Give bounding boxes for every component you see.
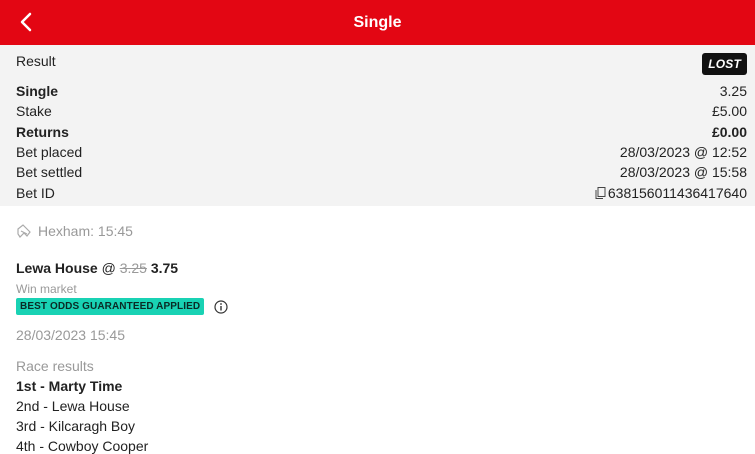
selection-at: @	[101, 260, 116, 276]
old-price: 3.25	[119, 260, 147, 276]
copy-icon[interactable]	[595, 186, 606, 199]
selection-line: Lewa House @ 3.25 3.75	[16, 260, 739, 276]
horse-racing-icon	[17, 224, 31, 238]
page-title: Single	[353, 13, 402, 31]
header-bar: Single	[0, 0, 755, 45]
bet-type-odds: 3.25	[719, 83, 747, 100]
selection-details: Hexham: 15:45 Lewa House @ 3.25 3.75 Win…	[0, 206, 755, 454]
back-button[interactable]	[14, 10, 38, 34]
bet-id-label: Bet ID	[16, 184, 55, 201]
bet-placed-value: 28/03/2023 @ 12:52	[619, 144, 747, 161]
bet-settled-label: Bet settled	[16, 164, 83, 181]
stake-label: Stake	[16, 103, 52, 120]
boost-row: BEST ODDS GUARANTEED APPLIED	[16, 298, 739, 315]
event-name: Hexham: 15:45	[38, 223, 133, 239]
bet-placed-row: Bet placed 28/03/2023 @ 12:52	[16, 142, 747, 162]
status-badge: LOST	[702, 53, 747, 75]
list-item: 1st - Marty Time	[16, 378, 123, 394]
bet-settled-value: 28/03/2023 @ 15:58	[619, 164, 747, 181]
bet-placed-label: Bet placed	[16, 144, 83, 161]
bet-type-label: Single	[16, 83, 59, 100]
returns-value: £0.00	[711, 123, 747, 140]
result-row: Result LOST	[16, 53, 747, 81]
bet-summary: Result LOST Single 3.25 Stake £5.00 Retu…	[0, 45, 755, 206]
returns-label: Returns	[16, 123, 69, 140]
bet-type-row: Single 3.25	[16, 81, 747, 101]
bet-id-value: 638156011436417640	[607, 184, 747, 201]
info-icon[interactable]	[214, 299, 228, 314]
selection-date: 28/03/2023 15:45	[16, 327, 125, 343]
result-label: Result	[16, 53, 56, 69]
bog-badge: BEST ODDS GUARANTEED APPLIED	[16, 298, 205, 315]
bet-id-row: Bet ID 638156011436417640	[16, 182, 747, 202]
race-results-heading: Race results	[16, 358, 94, 374]
list-item: 2nd - Lewa House	[16, 398, 130, 414]
chevron-left-icon	[20, 12, 32, 32]
market-label: Win market	[16, 282, 77, 296]
list-item: 3rd - Kilcaragh Boy	[16, 418, 136, 434]
stake-value: £5.00	[711, 103, 747, 120]
event-row: Hexham: 15:45	[16, 223, 739, 239]
returns-row: Returns £0.00	[16, 122, 747, 142]
new-price: 3.75	[150, 260, 179, 276]
selection-name: Lewa House	[16, 260, 98, 276]
bet-settled-row: Bet settled 28/03/2023 @ 15:58	[16, 162, 747, 182]
bet-id-copy[interactable]: 638156011436417640	[595, 185, 747, 201]
list-item: 4th - Cowboy Cooper	[16, 438, 149, 454]
stake-row: Stake £5.00	[16, 101, 747, 121]
